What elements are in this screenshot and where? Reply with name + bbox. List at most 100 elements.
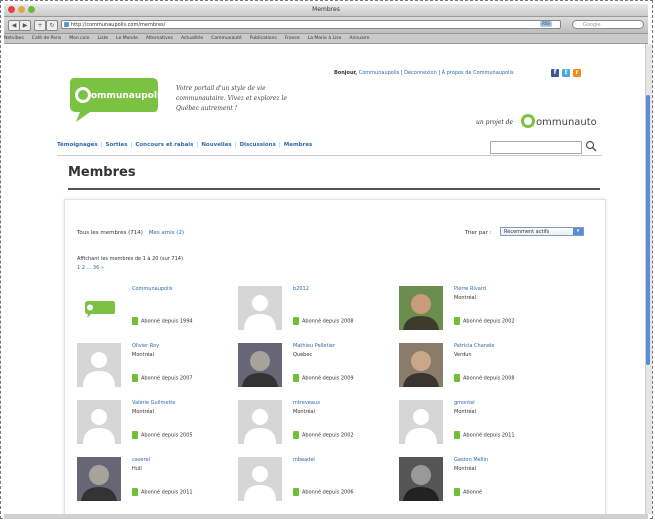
tab-my-friends[interactable]: Mes amis (2) [149, 230, 184, 236]
url-input[interactable]: http://communaupolis.com/membres/ [61, 20, 561, 29]
main-nav: Témoignages | Sorties | Concours et rabais | N… [57, 142, 312, 148]
window-title: Membres [312, 6, 340, 13]
bookmark-item[interactable]: Netvibes [4, 36, 24, 41]
reload-icon[interactable]: ↻ [46, 20, 58, 31]
bookmark-item[interactable]: La Marie à Lise [308, 36, 342, 41]
avatar[interactable] [238, 457, 282, 501]
bookmark-item[interactable]: Café de Paris [32, 36, 61, 41]
membership-icon [454, 374, 460, 382]
communaupolis-logo[interactable]: ommunaupolis [66, 74, 161, 124]
member-name-link[interactable]: Olivier Roy [132, 343, 159, 349]
bookmark-item[interactable]: Publications [250, 36, 277, 41]
bookmark-item[interactable]: Le Monde [116, 36, 138, 41]
bookmark-item[interactable]: Communauté [211, 36, 242, 41]
avatar[interactable] [77, 343, 121, 387]
avatar[interactable] [399, 400, 443, 444]
bookmark-item[interactable]: Annuaire [349, 36, 369, 41]
rss-icon[interactable]: r [573, 69, 581, 77]
members-panel: Tous les membres (714) Mes amis (2) Trie… [64, 199, 606, 514]
member-name-link[interactable]: Valérie Guilmette [132, 400, 175, 406]
member-city: Montréal [132, 409, 154, 415]
tab-all-members[interactable]: Tous les membres (714) [77, 230, 143, 236]
bookmark-item[interactable]: Alternatives [146, 36, 173, 41]
browser-search-input[interactable]: Google [572, 20, 644, 29]
communauto-logo[interactable]: ommunauto [520, 110, 600, 132]
nav-item-membres[interactable]: Membres [284, 142, 313, 148]
member-since-text: Abonné depuis 2002 [463, 318, 515, 325]
member-name-link[interactable]: Mathieu Pelletier [293, 343, 335, 349]
member-card: b2012 Abonné depuis 2008 [238, 286, 398, 336]
bookmark-item[interactable]: Liste [98, 36, 109, 41]
sort-select[interactable]: Récemment actifs ▾ [500, 227, 584, 236]
scrollbar-thumb[interactable] [646, 95, 650, 365]
avatar[interactable] [238, 343, 282, 387]
add-bookmark-button[interactable]: + [34, 20, 46, 31]
nav-item-concours-et-rabais[interactable]: Concours et rabais [135, 142, 193, 148]
avatar[interactable] [238, 400, 282, 444]
logo-text: ommunaupolis [91, 91, 161, 101]
member-name-link[interactable]: Communaupolis [132, 286, 172, 292]
communauto-logo-text: ommunauto [536, 117, 597, 128]
bookmark-item[interactable]: Mon coin [69, 36, 89, 41]
facebook-icon[interactable]: f [551, 69, 559, 77]
member-name-link[interactable]: Patricia Chanele [454, 343, 495, 349]
member-card: mbeadel Abonné depuis 2006 [238, 457, 398, 507]
avatar[interactable] [399, 286, 443, 330]
url-text: http://communaupolis.com/membres/ [71, 22, 166, 28]
user-profile-link[interactable]: Communaupolis [359, 70, 399, 76]
avatar[interactable] [77, 457, 121, 501]
search-icon[interactable] [585, 140, 597, 152]
membership-icon [293, 431, 299, 439]
nav-separator: | [234, 142, 237, 148]
member-name-link[interactable]: Pierre Rivard [454, 286, 486, 292]
site-search-input[interactable] [490, 141, 582, 154]
membership-icon [132, 431, 138, 439]
pagination[interactable]: 1 2 ... 36 » [77, 265, 104, 271]
member-since: Abonné depuis 2002 [293, 431, 354, 439]
browser-search-placeholder: Google [583, 22, 601, 28]
member-name-link[interactable]: b2012 [293, 286, 309, 292]
member-name-link[interactable]: caserel [132, 457, 150, 463]
nav-item-t-moignages[interactable]: Témoignages [57, 142, 98, 148]
window-titlebar: Membres [4, 4, 648, 17]
member-since: Abonné depuis 2008 [293, 317, 354, 325]
member-card: caserel Hull Abonné depuis 2011 [77, 457, 237, 507]
avatar[interactable] [77, 400, 121, 444]
member-name-link[interactable]: gmontel [454, 400, 475, 406]
avatar[interactable] [238, 286, 282, 330]
chevron-down-icon: ▾ [573, 228, 583, 235]
member-since: Abonné depuis 2006 [293, 488, 354, 496]
forward-button[interactable]: ▶ [19, 20, 31, 31]
member-name-link[interactable]: mtreveaux [293, 400, 320, 406]
sort-label: Trier par : [465, 230, 492, 236]
member-since: Abonné depuis 2008 [454, 374, 515, 382]
avatar[interactable] [399, 457, 443, 501]
logout-link[interactable]: Déconnexion [404, 70, 437, 76]
avatar[interactable] [77, 286, 121, 330]
about-link[interactable]: À propos de Communaupolis [442, 70, 514, 76]
member-card: Valérie Guilmette Montréal Abonné depuis 2… [77, 400, 237, 450]
bookmarks-bar: Netvibes Café de Paris Mon coin Liste Le Mon… [4, 34, 648, 44]
member-name-link[interactable]: mbeadel [293, 457, 315, 463]
member-since: Abonné [454, 488, 482, 496]
membership-icon [132, 374, 138, 382]
member-since: Abonné depuis 2011 [132, 488, 193, 496]
nav-item-nouvelles[interactable]: Nouvelles [201, 142, 231, 148]
avatar[interactable] [399, 343, 443, 387]
rss-button[interactable]: RSS [540, 21, 552, 27]
member-city: Montréal [454, 295, 476, 301]
member-card: Communaupolis Abonné depuis 1994 [77, 286, 237, 336]
nav-item-sorties[interactable]: Sorties [106, 142, 128, 148]
bookmark-item[interactable]: Actualités [181, 36, 203, 41]
browser-toolbar: ◀ ▶ + ↻ http://communaupolis.com/membres… [4, 17, 648, 34]
member-since-text: Abonné depuis 2007 [141, 375, 193, 382]
member-name-link[interactable]: Gaston Mellin [454, 457, 488, 463]
nav-item-discussions[interactable]: Discussions [240, 142, 276, 148]
membership-icon [132, 317, 138, 325]
title-underline [68, 188, 600, 190]
status-bar [4, 514, 648, 519]
bookmark-item[interactable]: France [285, 36, 300, 41]
membership-icon [454, 488, 460, 496]
twitter-icon[interactable]: t [562, 69, 570, 77]
member-since-text: Abonné depuis 2002 [302, 432, 354, 439]
